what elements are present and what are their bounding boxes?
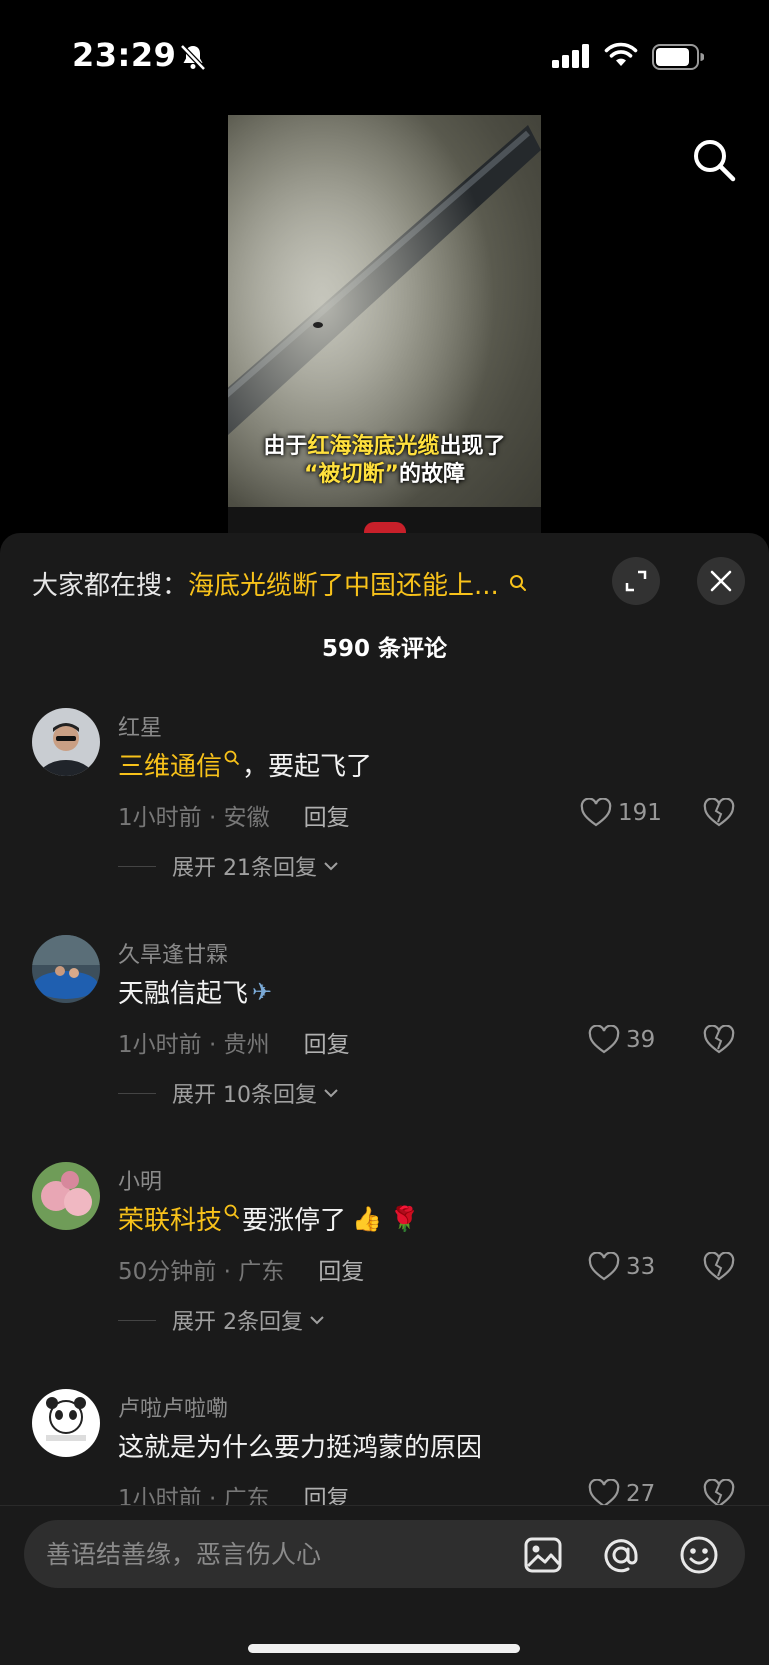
stock-keyword-link[interactable]: 荣联科技: [118, 1200, 222, 1237]
avatar[interactable]: [32, 935, 100, 1003]
comment-item: 久旱逢甘霖 天融信起飞 ✈ 1小时前 · 贵州 回复 39 展开 10条回复: [0, 935, 769, 1135]
expand-replies-button[interactable]: 展开 10条回复: [118, 1077, 339, 1109]
chevron-down-icon: [324, 1089, 338, 1098]
comment-input-bar: [0, 1505, 769, 1665]
avatar[interactable]: [32, 1389, 100, 1457]
like-count: 33: [626, 1254, 656, 1280]
search-small-icon: [509, 575, 526, 591]
heart-icon: [580, 798, 612, 827]
thumbs-up-rose-emoji: 👍 🌹: [352, 1204, 420, 1233]
comment-count: 590 条评论: [321, 636, 448, 662]
comment-username[interactable]: 红星: [118, 710, 162, 742]
comment-text: 荣联科技 要涨停了 👍 🌹: [118, 1200, 419, 1237]
reply-button[interactable]: 回复: [304, 1025, 350, 1059]
stock-keyword-link[interactable]: 三维通信: [118, 746, 222, 783]
reply-button[interactable]: 回复: [318, 1252, 364, 1286]
avatar[interactable]: [32, 1162, 100, 1230]
search-small-icon: [224, 750, 240, 765]
comment-meta: 1小时前 · 贵州 回复: [118, 1025, 350, 1059]
image-icon[interactable]: [522, 1534, 564, 1576]
comment-time-location: 1小时前 · 安徽: [118, 805, 270, 831]
search-icon[interactable]: [690, 136, 740, 186]
heart-icon: [588, 1252, 620, 1281]
expand-replies-label: 展开 10条回复: [172, 1083, 317, 1108]
like-button[interactable]: 33: [588, 1252, 655, 1282]
video-caption: 由于红海海底光缆出现了 “被切断”的故障: [263, 434, 506, 487]
like-count: 191: [618, 800, 662, 826]
expand-replies-label: 展开 2条回复: [172, 1310, 303, 1335]
status-bar: 23:29: [0, 0, 769, 110]
avatar[interactable]: [32, 708, 100, 776]
battery-icon: [652, 44, 704, 70]
like-count: 39: [626, 1027, 656, 1053]
comment-item: 小明 荣联科技 要涨停了 👍 🌹 50分钟前 · 广东 回复 33 展开 2条回…: [0, 1162, 769, 1362]
mention-icon[interactable]: [600, 1534, 642, 1576]
dislike-icon[interactable]: [703, 798, 735, 828]
comment-time-location: 1小时前 · 贵州: [118, 1032, 270, 1058]
comment-username[interactable]: 卢啦卢啦嘞: [118, 1391, 228, 1423]
expand-replies-button[interactable]: 展开 21条回复: [118, 850, 339, 882]
home-indicator[interactable]: [248, 1644, 520, 1653]
hot-search-prefix: 大家都在搜：: [32, 570, 189, 601]
like-button[interactable]: 39: [588, 1025, 655, 1055]
comments-panel: 大家都在搜： 海底光缆断了中国还能上... 590 条评论 红星 三维通信 ，要…: [0, 533, 769, 1665]
cellular-signal-icon: [552, 44, 589, 68]
comment-input[interactable]: [46, 1530, 496, 1578]
emoji-icon[interactable]: [678, 1534, 720, 1576]
comment-username[interactable]: 久旱逢甘霖: [118, 937, 228, 969]
chevron-down-icon: [324, 862, 338, 871]
chevron-down-icon: [310, 1316, 324, 1325]
status-time: 23:29: [72, 36, 177, 74]
comment-time-location: 50分钟前 · 广东: [118, 1259, 285, 1285]
expand-icon: [625, 570, 647, 592]
close-icon: [710, 570, 732, 592]
reply-button[interactable]: 回复: [304, 798, 350, 832]
search-small-icon: [224, 1204, 240, 1219]
comment-text: 天融信起飞 ✈: [118, 977, 273, 1010]
expand-replies-label: 展开 21条回复: [172, 856, 317, 881]
like-count: 27: [626, 1481, 656, 1507]
expand-panel-button[interactable]: [612, 557, 660, 605]
comment-username[interactable]: 小明: [118, 1164, 162, 1196]
comment-text: 这就是为什么要力挺鸿蒙的原因: [118, 1433, 483, 1463]
hot-search-bar[interactable]: 大家都在搜： 海底光缆断了中国还能上...: [32, 563, 527, 603]
comment-item: 红星 三维通信 ，要起飞了 1小时前 · 安徽 回复 191 展开 21条回复: [0, 708, 769, 908]
bell-muted-icon: [180, 44, 206, 71]
comment-text: 三维通信 ，要起飞了: [118, 746, 372, 783]
close-panel-button[interactable]: [697, 557, 745, 605]
dislike-icon[interactable]: [703, 1252, 735, 1282]
like-button[interactable]: 191: [580, 798, 662, 828]
comment-input-container: [24, 1520, 745, 1588]
hot-search-query[interactable]: 海底光缆断了中国还能上...: [188, 565, 499, 602]
comment-meta: 50分钟前 · 广东 回复: [118, 1252, 364, 1286]
airplane-emoji-icon: ✈: [252, 977, 273, 1006]
video-player[interactable]: 由于红海海底光缆出现了 “被切断”的故障: [228, 115, 541, 535]
comment-meta: 1小时前 · 安徽 回复: [118, 798, 350, 832]
heart-icon: [588, 1025, 620, 1054]
wifi-icon: [604, 42, 638, 66]
dislike-icon[interactable]: [703, 1025, 735, 1055]
expand-replies-button[interactable]: 展开 2条回复: [118, 1304, 325, 1336]
